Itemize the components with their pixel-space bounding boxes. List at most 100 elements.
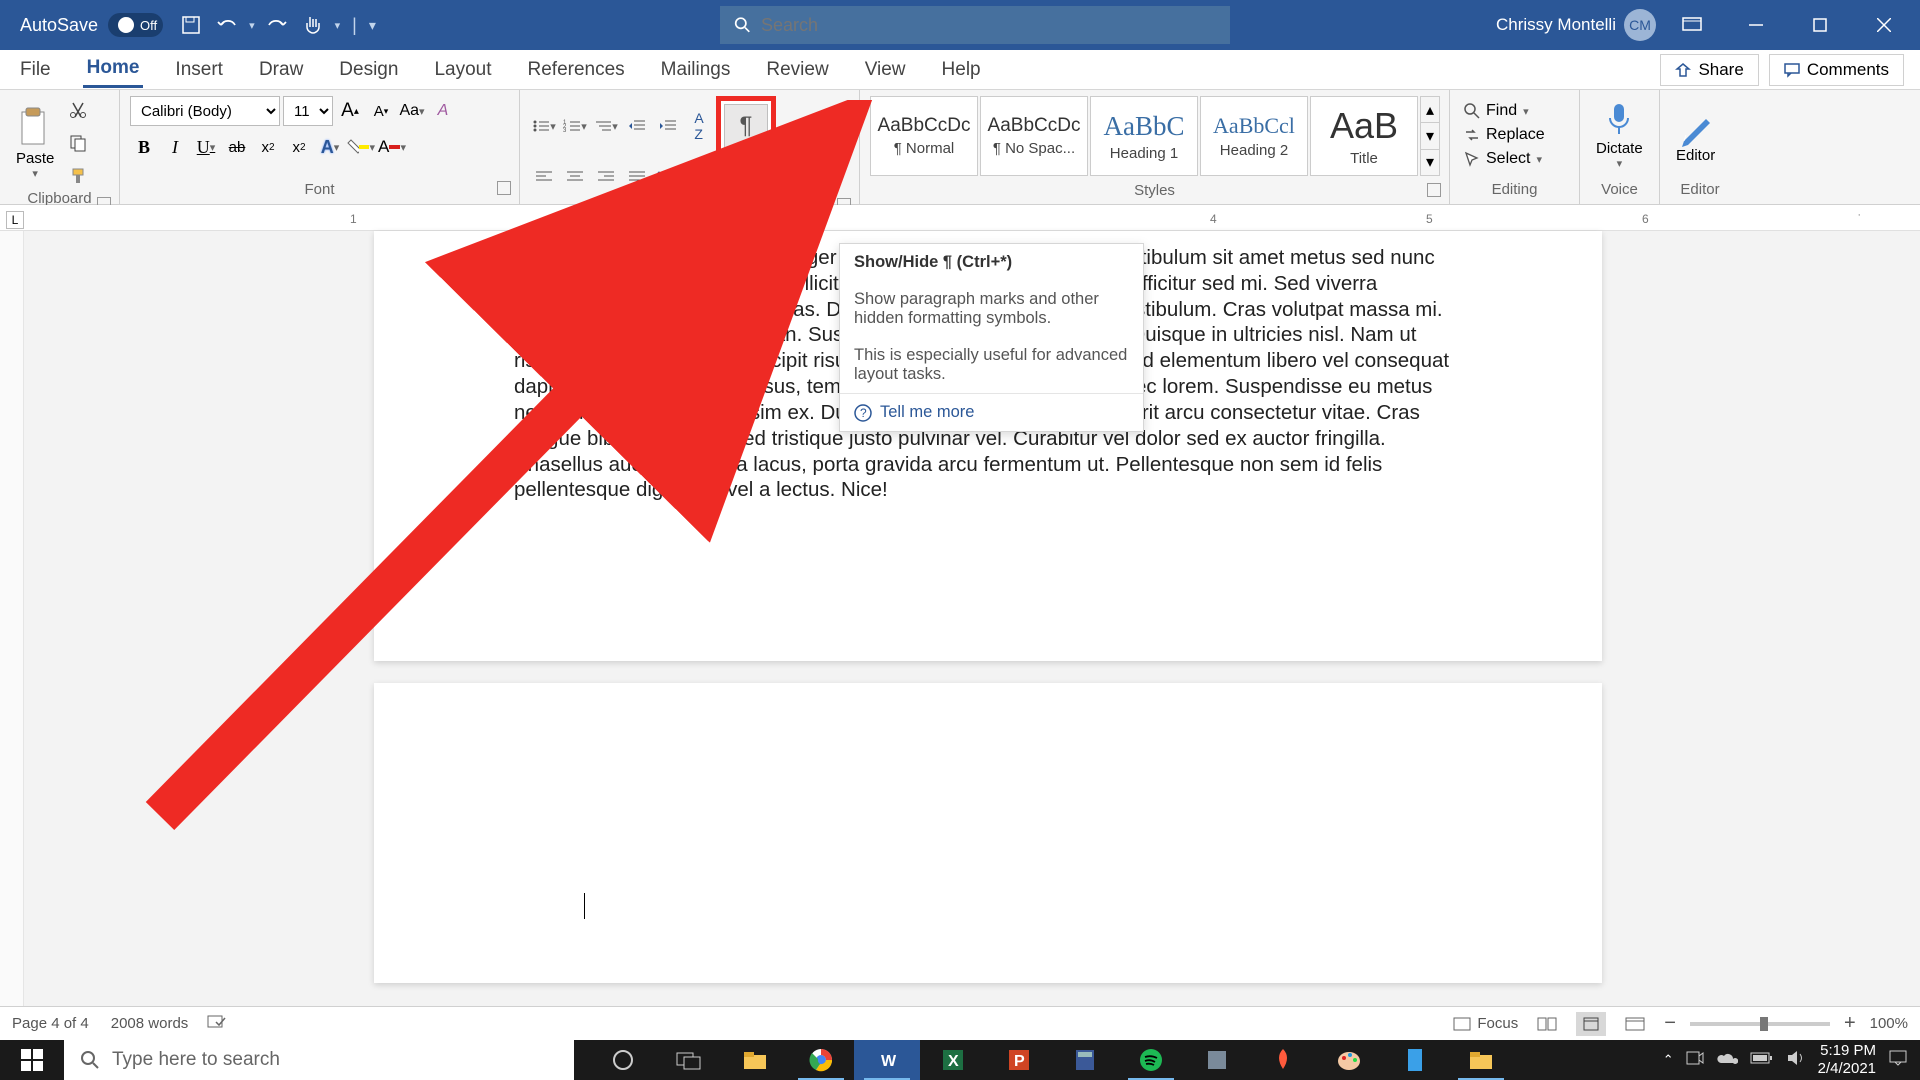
align-right-button[interactable] xyxy=(592,163,620,191)
font-size-select[interactable]: 11 xyxy=(283,96,333,126)
dictate-button[interactable]: Dictate ▾ xyxy=(1590,98,1649,172)
subscript-button[interactable]: x2 xyxy=(254,133,282,161)
tab-help[interactable]: Help xyxy=(938,53,985,87)
numbering-button[interactable]: 123▾ xyxy=(561,112,589,140)
search-input[interactable] xyxy=(761,15,1216,36)
strike-button[interactable]: ab xyxy=(223,133,251,161)
tab-selector[interactable]: L xyxy=(6,211,24,229)
paint-icon[interactable] xyxy=(1316,1040,1382,1080)
underline-button[interactable]: U▾ xyxy=(192,133,220,161)
styles-scroll[interactable]: ▴ ▾ ▾ xyxy=(1420,96,1440,176)
calculator-icon[interactable] xyxy=(1052,1040,1118,1080)
minimize-button[interactable] xyxy=(1728,0,1784,50)
tray-battery-icon[interactable] xyxy=(1750,1051,1774,1070)
paste-dropdown-icon[interactable]: ▾ xyxy=(32,167,38,180)
show-hide-button[interactable]: ¶ xyxy=(724,104,768,148)
tab-layout[interactable]: Layout xyxy=(430,53,495,87)
focus-mode-button[interactable]: Focus xyxy=(1453,1015,1518,1032)
zoom-slider[interactable] xyxy=(1690,1022,1830,1026)
align-center-button[interactable] xyxy=(561,163,589,191)
undo-icon[interactable] xyxy=(213,11,241,39)
superscript-button[interactable]: x2 xyxy=(285,133,313,161)
maximize-button[interactable] xyxy=(1792,0,1848,50)
taskbar-search[interactable]: Type here to search xyxy=(64,1040,574,1080)
select-button[interactable]: Select▾ xyxy=(1460,148,1549,170)
zoom-thumb[interactable] xyxy=(1760,1017,1768,1031)
font-color-button[interactable]: A▾ xyxy=(378,133,406,161)
italic-button[interactable]: I xyxy=(161,133,189,161)
font-name-select[interactable]: Calibri (Body) xyxy=(130,96,280,126)
decrease-indent-button[interactable] xyxy=(623,112,651,140)
increase-indent-button[interactable] xyxy=(654,112,682,140)
tab-references[interactable]: References xyxy=(524,53,629,87)
page-indicator[interactable]: Page 4 of 4 xyxy=(12,1015,89,1032)
styles-gallery[interactable]: AaBbCcDc¶ Normal AaBbCcDc¶ No Spac... Aa… xyxy=(870,96,1440,176)
tab-review[interactable]: Review xyxy=(762,53,832,87)
cortana-icon[interactable] xyxy=(590,1040,656,1080)
task-view-icon[interactable] xyxy=(656,1040,722,1080)
tab-draw[interactable]: Draw xyxy=(255,53,307,87)
zoom-level[interactable]: 100% xyxy=(1870,1015,1908,1032)
autosave-toggle[interactable]: Off xyxy=(108,13,163,37)
text-effects-button[interactable]: A▾ xyxy=(316,133,344,161)
tray-volume-icon[interactable] xyxy=(1786,1049,1806,1072)
bold-button[interactable]: B xyxy=(130,133,158,161)
vertical-ruler[interactable] xyxy=(0,231,24,1040)
multilevel-button[interactable]: ▾ xyxy=(592,112,620,140)
styles-dialog-icon[interactable] xyxy=(1427,183,1441,197)
tray-expand-icon[interactable]: ⌃ xyxy=(1663,1052,1674,1068)
taskbar-clock[interactable]: 5:19 PM 2/4/2021 xyxy=(1818,1042,1876,1078)
ribbon-display-icon[interactable] xyxy=(1664,0,1720,50)
styles-down-icon[interactable]: ▾ xyxy=(1421,123,1439,149)
word-count[interactable]: 2008 words xyxy=(111,1015,189,1032)
cut-button[interactable] xyxy=(64,96,92,124)
qat-customize-icon[interactable]: ▾ xyxy=(369,17,376,34)
style-normal[interactable]: AaBbCcDc¶ Normal xyxy=(870,96,978,176)
clear-format-button[interactable]: A xyxy=(429,97,457,125)
styles-more-icon[interactable]: ▾ xyxy=(1421,150,1439,175)
undo-dropdown-icon[interactable]: ▾ xyxy=(249,19,255,32)
change-case-button[interactable]: Aa▾ xyxy=(398,97,426,125)
justify-button[interactable] xyxy=(623,163,651,191)
user-avatar[interactable]: CM xyxy=(1624,9,1656,41)
tray-onedrive-icon[interactable] xyxy=(1716,1051,1738,1070)
notifications-icon[interactable] xyxy=(1888,1049,1908,1072)
redo-icon[interactable] xyxy=(263,11,291,39)
tab-insert[interactable]: Insert xyxy=(171,53,227,87)
format-painter-button[interactable] xyxy=(64,162,92,190)
shrink-font-button[interactable]: A▾ xyxy=(367,97,395,125)
editor-button[interactable]: Editor xyxy=(1670,105,1721,166)
start-button[interactable] xyxy=(0,1040,64,1080)
borders-button[interactable]: ▾ xyxy=(716,163,744,191)
close-button[interactable] xyxy=(1856,0,1912,50)
app-blue-icon[interactable] xyxy=(1382,1040,1448,1080)
replace-button[interactable]: Replace xyxy=(1460,124,1549,146)
sort-button[interactable]: AZ xyxy=(685,112,713,140)
save-icon[interactable] xyxy=(177,11,205,39)
tab-home[interactable]: Home xyxy=(83,51,144,88)
style-nospac[interactable]: AaBbCcDc¶ No Spac... xyxy=(980,96,1088,176)
zoom-out-button[interactable]: − xyxy=(1664,1012,1676,1035)
app-flame-icon[interactable] xyxy=(1250,1040,1316,1080)
highlight-button[interactable]: ▾ xyxy=(347,133,375,161)
align-left-button[interactable] xyxy=(530,163,558,191)
font-dialog-icon[interactable] xyxy=(497,181,511,195)
find-button[interactable]: Find▾ xyxy=(1460,100,1549,122)
style-heading2[interactable]: AaBbCclHeading 2 xyxy=(1200,96,1308,176)
chrome-icon[interactable] xyxy=(788,1040,854,1080)
search-box[interactable] xyxy=(720,6,1230,44)
spotify-icon[interactable] xyxy=(1118,1040,1184,1080)
bullets-button[interactable]: ▾ xyxy=(530,112,558,140)
style-heading1[interactable]: AaBbCHeading 1 xyxy=(1090,96,1198,176)
tab-file[interactable]: File xyxy=(16,53,55,87)
zoom-in-button[interactable]: + xyxy=(1844,1012,1856,1035)
powerpoint-icon[interactable]: P xyxy=(986,1040,1052,1080)
tray-meet-icon[interactable] xyxy=(1686,1050,1704,1071)
excel-icon[interactable]: X xyxy=(920,1040,986,1080)
file-explorer-pinned-icon[interactable] xyxy=(722,1040,788,1080)
print-layout-button[interactable] xyxy=(1576,1012,1606,1036)
paste-button[interactable]: Paste ▾ xyxy=(10,104,60,182)
shading-button[interactable]: ▾ xyxy=(685,163,713,191)
share-button[interactable]: Share xyxy=(1660,54,1758,86)
word-icon[interactable]: W xyxy=(854,1040,920,1080)
